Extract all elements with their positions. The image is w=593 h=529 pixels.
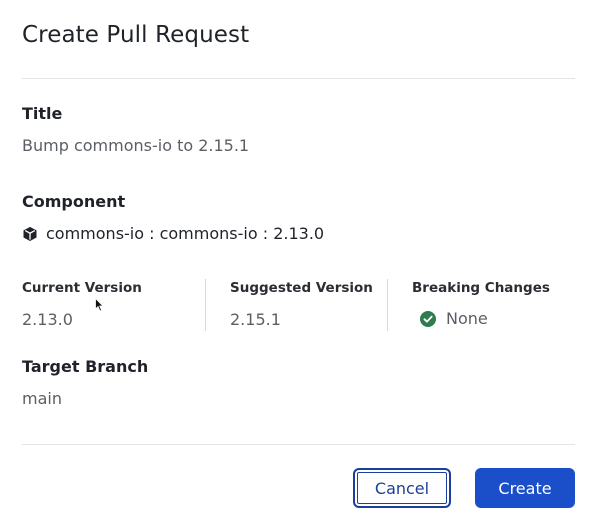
title-label: Title [22, 104, 63, 123]
title-value: Bump commons-io to 2.15.1 [22, 136, 250, 155]
mouse-cursor-icon [95, 298, 104, 312]
breaking-changes-status: None [420, 309, 488, 328]
component-label: Component [22, 192, 126, 211]
suggested-version-value: 2.15.1 [230, 310, 281, 329]
footer-divider [22, 444, 575, 445]
cancel-button[interactable]: Cancel [353, 468, 451, 508]
component-value: commons-io : commons-io : 2.13.0 [46, 224, 325, 243]
breaking-changes-value: None [446, 309, 488, 328]
current-version-label: Current Version [22, 280, 142, 296]
breaking-changes-label: Breaking Changes [412, 280, 550, 296]
suggested-version-label: Suggested Version [230, 280, 373, 296]
check-circle-icon [420, 310, 436, 327]
column-separator [387, 279, 388, 331]
target-branch-label: Target Branch [22, 357, 149, 376]
target-branch-value: main [22, 389, 62, 408]
column-separator [205, 279, 206, 331]
package-icon [22, 226, 38, 242]
current-version-value: 2.13.0 [22, 310, 73, 329]
create-button[interactable]: Create [475, 468, 575, 508]
create-pull-request-dialog: Create Pull Request Title Bump commons-i… [0, 0, 593, 529]
dialog-title: Create Pull Request [22, 22, 250, 48]
header-divider [22, 78, 575, 79]
component-row: commons-io : commons-io : 2.13.0 [22, 224, 324, 243]
